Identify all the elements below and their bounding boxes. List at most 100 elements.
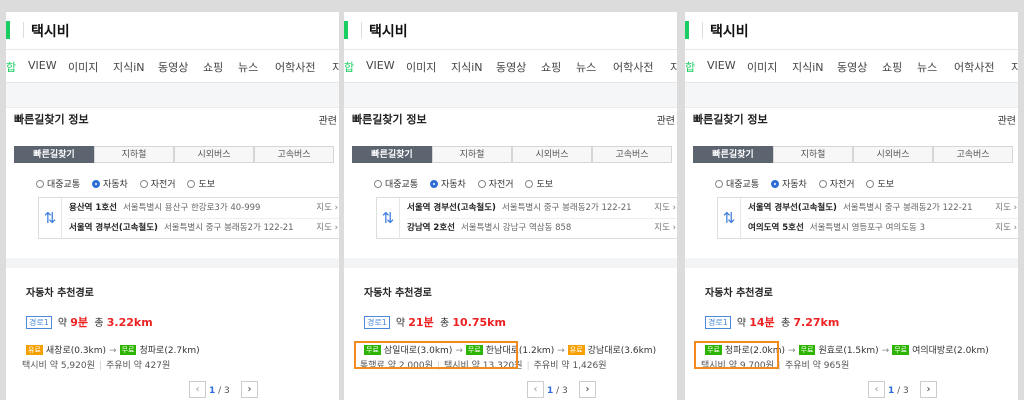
section-separator: [6, 258, 339, 268]
tab-dictionary[interactable]: 어학사전: [275, 59, 315, 75]
destination-name: 서울역 경부선(고속철도): [69, 223, 158, 233]
radio-car[interactable]: 자동차: [430, 177, 466, 190]
mode-tab-subway[interactable]: 지하철: [773, 146, 853, 163]
transport-radio-group: 대중교통 자동차 자전거 도보: [374, 177, 562, 190]
road-segment: 청파로(2.7km): [139, 346, 200, 356]
tab-kin[interactable]: 지식iN: [113, 59, 145, 75]
origin-row[interactable]: 서울역 경부선(고속철도) 서울특별시 중구 봉래동2가 122-21 지도 ›: [748, 199, 1018, 219]
mode-tab-express-bus[interactable]: 고속버스: [933, 146, 1013, 163]
search-tabs: 합 VIEW 이미지 지식iN 동영상 쇼핑 뉴스 어학사전 지: [344, 50, 677, 83]
road-segment: 원효로(1.5km): [818, 346, 879, 356]
radio-circle: [187, 180, 196, 188]
radio-walk[interactable]: 도보: [187, 177, 215, 190]
radio-walk[interactable]: 도보: [866, 177, 894, 190]
prev-page-button[interactable]: ‹: [189, 381, 206, 398]
section-title: 빠른길찾기 정보: [14, 113, 89, 126]
mode-tab-fast-route[interactable]: 빠른길찾기: [352, 146, 432, 163]
route-time: 21분: [408, 316, 434, 329]
mode-tab-subway[interactable]: 지하철: [94, 146, 174, 163]
tab-view[interactable]: VIEW: [707, 59, 736, 72]
destination-row[interactable]: 강남역 2호선 서울특별시 강남구 역삼동 858 지도 ›: [407, 219, 677, 238]
tab-all[interactable]: 합: [6, 59, 16, 75]
destination-map-link[interactable]: 지도 ›: [995, 219, 1017, 238]
radio-transit[interactable]: 대중교통: [36, 177, 80, 190]
next-page-button[interactable]: ›: [920, 381, 937, 398]
related-link[interactable]: 관련: [319, 112, 337, 127]
radio-bicycle[interactable]: 자전거: [477, 177, 514, 190]
tab-image[interactable]: 이미지: [68, 59, 98, 75]
route-summary[interactable]: 경로1 약 21분 총 10.75km: [364, 314, 506, 330]
tab-shopping[interactable]: 쇼핑: [882, 59, 902, 75]
brand-bar: [685, 21, 689, 39]
tab-more[interactable]: 지: [332, 59, 339, 75]
origin-map-link[interactable]: 지도 ›: [654, 199, 676, 218]
tab-dictionary[interactable]: 어학사전: [613, 59, 653, 75]
radio-bicycle[interactable]: 자전거: [139, 177, 176, 190]
tab-shopping[interactable]: 쇼핑: [203, 59, 223, 75]
related-link[interactable]: 관련: [657, 112, 675, 127]
arrow-right-icon: →: [557, 346, 565, 356]
radio-circle-selected: [92, 180, 100, 188]
destination-row[interactable]: 여의도역 5호선 서울특별시 영등포구 여의도동 3 지도 ›: [748, 219, 1018, 238]
tab-video[interactable]: 동영상: [837, 59, 867, 75]
radio-transit[interactable]: 대중교통: [715, 177, 759, 190]
mode-tab-intercity-bus[interactable]: 시외버스: [853, 146, 933, 163]
mode-tab-express-bus[interactable]: 고속버스: [592, 146, 672, 163]
origin-map-link[interactable]: 지도 ›: [995, 199, 1017, 218]
road-segment: 새창로(0.3km): [45, 346, 107, 356]
destination-map-link[interactable]: 지도 ›: [654, 219, 676, 238]
tab-all[interactable]: 합: [685, 59, 695, 75]
tab-news[interactable]: 뉴스: [238, 59, 258, 75]
mode-tab-intercity-bus[interactable]: 시외버스: [512, 146, 592, 163]
prev-page-button[interactable]: ‹: [868, 381, 885, 398]
tab-image[interactable]: 이미지: [747, 59, 777, 75]
prev-page-button[interactable]: ‹: [527, 381, 544, 398]
radio-car[interactable]: 자동차: [92, 177, 128, 190]
swap-icon[interactable]: ⇅: [377, 198, 400, 238]
destination-map-link[interactable]: 지도 ›: [316, 219, 338, 238]
tab-more[interactable]: 지: [1011, 59, 1018, 75]
cost-item: 주유비 약 427원: [105, 361, 171, 371]
mode-tab-subway[interactable]: 지하철: [432, 146, 512, 163]
tab-shopping[interactable]: 쇼핑: [541, 59, 561, 75]
swap-icon[interactable]: ⇅: [718, 198, 741, 238]
tab-kin[interactable]: 지식iN: [451, 59, 483, 75]
section-separator: [344, 258, 677, 268]
next-page-button[interactable]: ›: [579, 381, 596, 398]
tab-more[interactable]: 지: [670, 59, 677, 75]
brand-bar: [6, 21, 10, 39]
tab-news[interactable]: 뉴스: [917, 59, 937, 75]
destination-row[interactable]: 서울역 경부선(고속철도) 서울특별시 중구 봉래동2가 122-21 지도 ›: [69, 219, 339, 238]
related-link[interactable]: 관련: [998, 112, 1016, 127]
page-indicator: 1 / 3: [888, 386, 909, 396]
tab-view[interactable]: VIEW: [366, 59, 395, 72]
mode-tab-fast-route[interactable]: 빠른길찾기: [693, 146, 773, 163]
search-result-panel-1: 택시비 합 VIEW 이미지 지식iN 동영상 쇼핑 뉴스 어학사전 지 빠른길…: [6, 12, 339, 400]
origin-map-link[interactable]: 지도 ›: [316, 199, 338, 218]
route-summary[interactable]: 경로1 약 14분 총 7.27km: [705, 314, 839, 330]
tab-video[interactable]: 동영상: [158, 59, 188, 75]
search-query[interactable]: 택시비: [31, 21, 70, 41]
route-summary[interactable]: 경로1 약 9분 총 3.22km: [26, 314, 153, 330]
origin-row[interactable]: 용산역 1호선 서울특별시 용산구 한강로3가 40-999 지도 ›: [69, 199, 339, 219]
mode-tab-intercity-bus[interactable]: 시외버스: [174, 146, 254, 163]
search-query[interactable]: 택시비: [369, 21, 408, 41]
mode-tab-express-bus[interactable]: 고속버스: [254, 146, 334, 163]
radio-circle: [818, 180, 827, 188]
radio-car[interactable]: 자동차: [771, 177, 807, 190]
radio-bicycle[interactable]: 자전거: [818, 177, 855, 190]
tab-image[interactable]: 이미지: [406, 59, 436, 75]
tab-news[interactable]: 뉴스: [576, 59, 596, 75]
tab-all[interactable]: 합: [344, 59, 354, 75]
radio-walk[interactable]: 도보: [525, 177, 553, 190]
swap-icon[interactable]: ⇅: [39, 198, 62, 238]
tab-kin[interactable]: 지식iN: [792, 59, 824, 75]
next-page-button[interactable]: ›: [241, 381, 258, 398]
tab-video[interactable]: 동영상: [496, 59, 526, 75]
tab-dictionary[interactable]: 어학사전: [954, 59, 994, 75]
tab-view[interactable]: VIEW: [28, 59, 57, 72]
mode-tab-fast-route[interactable]: 빠른길찾기: [14, 146, 94, 163]
origin-row[interactable]: 서울역 경부선(고속철도) 서울특별시 중구 봉래동2가 122-21 지도 ›: [407, 199, 677, 219]
radio-transit[interactable]: 대중교통: [374, 177, 418, 190]
search-query[interactable]: 택시비: [710, 21, 749, 41]
